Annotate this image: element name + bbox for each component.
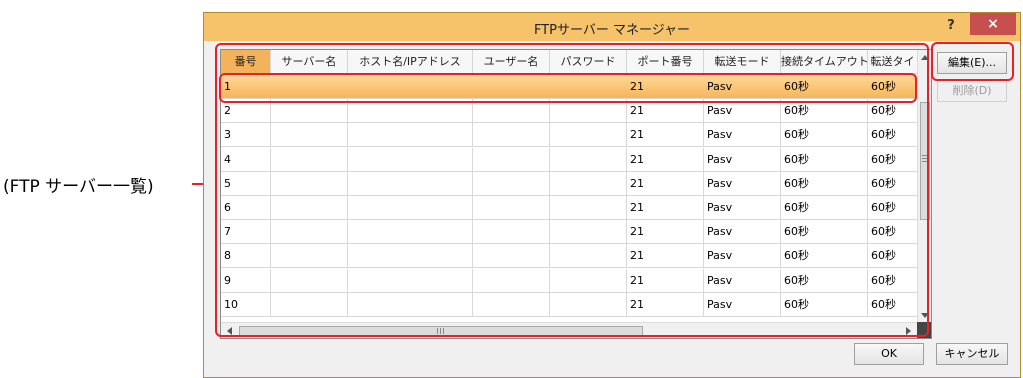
dialog-title: FTPサーバー マネージャー [533, 23, 691, 38]
stage: (FTP サーバー一覧) FTPサーバー マネージャー ? × 番号 サーバー名ホ… [0, 0, 1023, 378]
highlight-edit-button [931, 42, 1014, 81]
help-button[interactable]: ? [940, 16, 962, 36]
highlight-selected-row [219, 73, 917, 103]
close-button[interactable]: × [970, 13, 1016, 35]
title-bar[interactable]: FTPサーバー マネージャー ? × [204, 13, 1020, 41]
callout-label: (FTP サーバー一覧) [3, 177, 154, 197]
delete-button[interactable]: 削除(D) [937, 80, 1007, 102]
ok-button[interactable]: OK [854, 343, 924, 365]
cancel-button[interactable]: キャンセル [936, 343, 1008, 365]
